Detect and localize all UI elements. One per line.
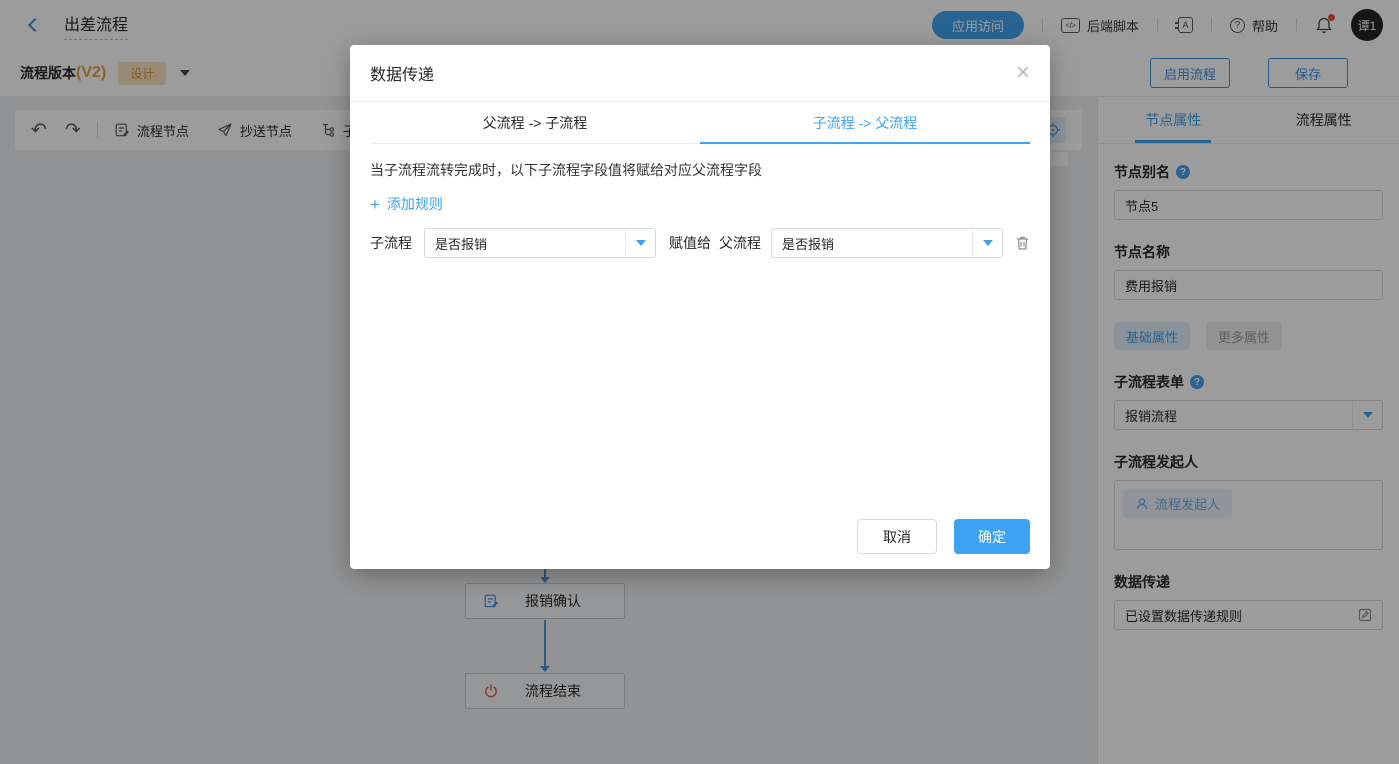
- assign-to-label: 赋值给: [669, 233, 711, 253]
- trash-icon: [1015, 235, 1030, 251]
- modal-title: 数据传递: [370, 61, 434, 85]
- subflow-label: 子流程: [370, 233, 412, 253]
- add-rule-button[interactable]: + 添加规则: [370, 194, 443, 214]
- select-arrow-zone: [625, 229, 655, 257]
- close-icon[interactable]: ×: [1016, 61, 1030, 85]
- chevron-down-icon: [983, 240, 993, 246]
- modal-tabs: 父流程 -> 子流程 子流程 -> 父流程: [370, 102, 1030, 144]
- cancel-button[interactable]: 取消: [857, 519, 937, 554]
- add-rule-label: 添加规则: [387, 194, 443, 214]
- data-transfer-modal: 数据传递 × 父流程 -> 子流程 子流程 -> 父流程 当子流程流转完成时，以…: [350, 45, 1050, 569]
- modal-header: 数据传递 ×: [350, 45, 1050, 102]
- tab-parent-to-child[interactable]: 父流程 -> 子流程: [370, 102, 700, 143]
- delete-rule-button[interactable]: [1015, 235, 1030, 251]
- subflow-field-select[interactable]: 是否报销: [424, 228, 656, 258]
- tab-child-to-parent[interactable]: 子流程 -> 父流程: [700, 102, 1030, 143]
- select-arrow-zone: [972, 229, 1002, 257]
- modal-body: 当子流程流转完成时，以下子流程字段值将赋给对应父流程字段 + 添加规则 子流程 …: [350, 160, 1050, 258]
- plus-icon: +: [370, 196, 380, 213]
- parent-flow-label: 父流程: [719, 233, 761, 253]
- rule-description: 当子流程流转完成时，以下子流程字段值将赋给对应父流程字段: [370, 160, 1030, 180]
- parent-field-select[interactable]: 是否报销: [771, 228, 1003, 258]
- confirm-button[interactable]: 确定: [954, 519, 1030, 554]
- parent-field-value: 是否报销: [772, 234, 972, 253]
- subflow-field-value: 是否报销: [425, 234, 625, 253]
- rule-row: 子流程 是否报销 赋值给 父流程 是否报销: [370, 228, 1030, 258]
- chevron-down-icon: [636, 240, 646, 246]
- modal-footer: 取消 确定: [857, 519, 1030, 554]
